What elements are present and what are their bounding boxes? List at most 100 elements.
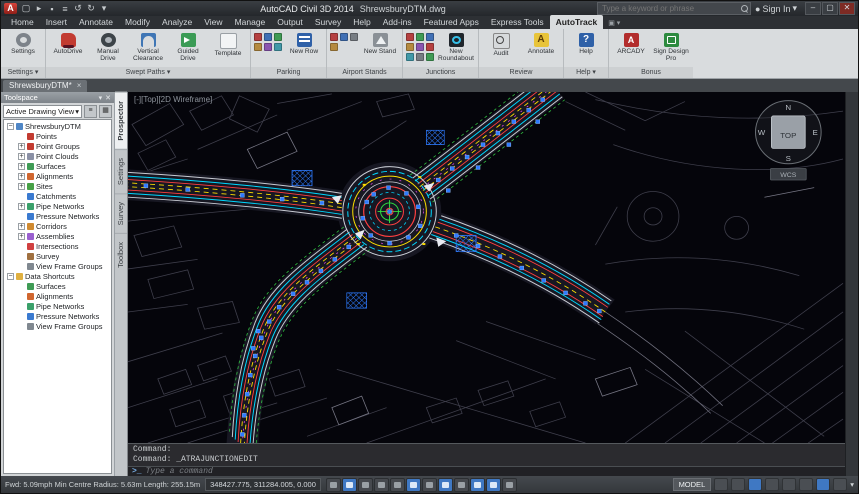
template-button[interactable]: Template — [209, 31, 247, 59]
tab-analyze[interactable]: Analyze — [156, 15, 198, 29]
help-button[interactable]: ? Help — [567, 31, 605, 57]
tree-item-ds-pressure-networks[interactable]: Pressure Networks — [4, 311, 111, 321]
snap-toggle[interactable] — [341, 477, 357, 492]
new-stand-button[interactable]: New Stand — [361, 31, 399, 57]
tool-icon[interactable] — [426, 33, 434, 41]
ribbon-options-icon[interactable]: ▣ ▾ — [603, 17, 625, 29]
tree-item-ds-surfaces[interactable]: Surfaces — [4, 281, 111, 291]
expand-icon[interactable] — [18, 222, 25, 230]
file-tab-shrewsburydtm[interactable]: ShrewsburyDTM* × — [3, 80, 88, 92]
ortho-toggle[interactable] — [373, 477, 389, 492]
tree-item-view-frame-groups[interactable]: View Frame Groups — [4, 261, 111, 271]
expand-icon[interactable] — [18, 182, 25, 190]
tree-item-ds-pipe-networks[interactable]: Pipe Networks — [4, 301, 111, 311]
panel-label-parking[interactable]: Parking — [251, 67, 326, 78]
tab-output[interactable]: Output — [271, 15, 309, 29]
model-space-drawing[interactable]: TOP N W S E WCS — [128, 92, 845, 443]
tree-item-drawing[interactable]: ShrewsburyDTM — [4, 121, 111, 131]
tool-icon[interactable] — [406, 33, 414, 41]
tool-icon[interactable] — [254, 43, 262, 51]
undo-icon[interactable]: ↺ — [73, 3, 83, 14]
close-button[interactable]: ✕ — [839, 2, 855, 15]
new-roundabout-button[interactable]: New Roundabout — [437, 31, 475, 64]
tree-item-data-shortcuts[interactable]: Data Shortcuts — [4, 271, 111, 281]
tab-addins[interactable]: Add-ins — [377, 15, 418, 29]
infer-constraints-toggle[interactable] — [325, 477, 341, 492]
panel-label-settings[interactable]: Settings ▾ — [1, 67, 45, 78]
signin-button[interactable]: ● Sign In ▾ — [755, 3, 797, 14]
close-tab-icon[interactable]: × — [77, 81, 82, 90]
lineweight-toggle[interactable] — [485, 477, 501, 492]
tab-prospector[interactable]: Prospector — [115, 92, 127, 149]
tree-item-pipe-networks[interactable]: Pipe Networks — [4, 201, 111, 211]
tree-item-points[interactable]: Points — [4, 131, 111, 141]
tool-icon[interactable] — [254, 33, 262, 41]
clean-screen-icon[interactable] — [833, 478, 848, 491]
tree-item-ds-view-frame-groups[interactable]: View Frame Groups — [4, 321, 111, 331]
arcady-button[interactable]: A ARCADY — [612, 31, 650, 57]
drawing-canvas[interactable]: [-][Top][2D Wireframe] TOP N W S E WCS — [128, 92, 845, 443]
minimize-button[interactable]: – — [805, 2, 821, 15]
tab-modify[interactable]: Modify — [119, 15, 156, 29]
tab-autotrack[interactable]: AutoTrack — [549, 15, 604, 29]
close-icon[interactable]: ✕ — [105, 94, 111, 102]
osnap-toggle[interactable] — [405, 477, 421, 492]
expand-icon[interactable] — [18, 162, 25, 170]
panel-label-swept-paths[interactable]: Swept Paths ▾ — [46, 67, 250, 78]
new-icon[interactable]: ▢ — [21, 3, 31, 14]
plot-icon[interactable]: ≡ — [60, 4, 70, 14]
tool-icon[interactable] — [426, 53, 434, 61]
tree-item-catchments[interactable]: Catchments — [4, 191, 111, 201]
tool-icon[interactable] — [330, 43, 338, 51]
maximize-button[interactable]: ▢ — [822, 2, 838, 15]
tab-toolbox[interactable]: Toolbox — [115, 233, 127, 276]
vertical-clearance-button[interactable]: Vertical Clearance — [129, 31, 167, 64]
tree-item-ds-alignments[interactable]: Alignments — [4, 291, 111, 301]
tool-icon[interactable] — [350, 33, 358, 41]
settings-button[interactable]: Settings — [4, 31, 42, 57]
tab-annotate[interactable]: Annotate — [73, 15, 119, 29]
tab-featured-apps[interactable]: Featured Apps — [418, 15, 485, 29]
qat-dropdown-icon[interactable]: ▾ — [99, 3, 109, 14]
panel-label-bonus[interactable]: Bonus — [609, 67, 693, 78]
isolate-objects-icon[interactable] — [816, 478, 831, 491]
app-logo-icon[interactable]: A — [4, 3, 17, 14]
autodrive-button[interactable]: AutoDrive — [49, 31, 87, 57]
collapse-icon[interactable] — [7, 122, 14, 130]
view-selector-dropdown[interactable]: Active Drawing View ▾ — [3, 104, 82, 118]
annotation-scale-icon[interactable] — [748, 478, 763, 491]
tab-view[interactable]: View — [198, 15, 228, 29]
audit-button[interactable]: Audit — [482, 31, 520, 59]
otrack-toggle[interactable] — [437, 477, 453, 492]
tab-insert[interactable]: Insert — [40, 15, 73, 29]
panel-label-junctions[interactable]: Junctions — [403, 67, 478, 78]
tool-icon[interactable] — [416, 43, 424, 51]
tree-item-point-groups[interactable]: Point Groups — [4, 141, 111, 151]
panel-label-review[interactable]: Review — [479, 67, 563, 78]
sign-design-pro-button[interactable]: Sign Design Pro — [652, 31, 690, 64]
tree-item-alignments[interactable]: Alignments — [4, 171, 111, 181]
tree-item-point-clouds[interactable]: Point Clouds — [4, 151, 111, 161]
expand-icon[interactable] — [18, 232, 25, 240]
model-space-button[interactable]: MODEL — [672, 478, 712, 491]
expand-icon[interactable] — [18, 202, 25, 210]
tab-survey[interactable]: Survey — [309, 15, 347, 29]
tab-toolspace-survey[interactable]: Survey — [115, 192, 127, 234]
panel-label-airport-stands[interactable]: Airport Stands — [327, 67, 402, 78]
autohide-icon[interactable]: ▾ — [99, 94, 103, 102]
quick-view-drawings-icon[interactable] — [731, 478, 746, 491]
polar-toggle[interactable] — [389, 477, 405, 492]
redo-icon[interactable]: ↻ — [86, 3, 96, 14]
expand-icon[interactable] — [18, 172, 25, 180]
annotation-visibility-icon[interactable] — [765, 478, 780, 491]
tree-item-surfaces[interactable]: Surfaces — [4, 161, 111, 171]
open-icon[interactable]: ▸ — [34, 3, 44, 14]
command-input[interactable]: >_ Type a command — [128, 466, 845, 476]
palette-button-1[interactable]: ≡ — [84, 104, 97, 118]
tool-icon[interactable] — [406, 43, 414, 51]
toolbar-lock-icon[interactable] — [799, 478, 814, 491]
collapse-icon[interactable] — [7, 272, 14, 280]
tool-icon[interactable] — [416, 33, 424, 41]
3d-osnap-toggle[interactable] — [421, 477, 437, 492]
toolspace-header[interactable]: Toolspace ▾ ✕ — [1, 92, 114, 103]
